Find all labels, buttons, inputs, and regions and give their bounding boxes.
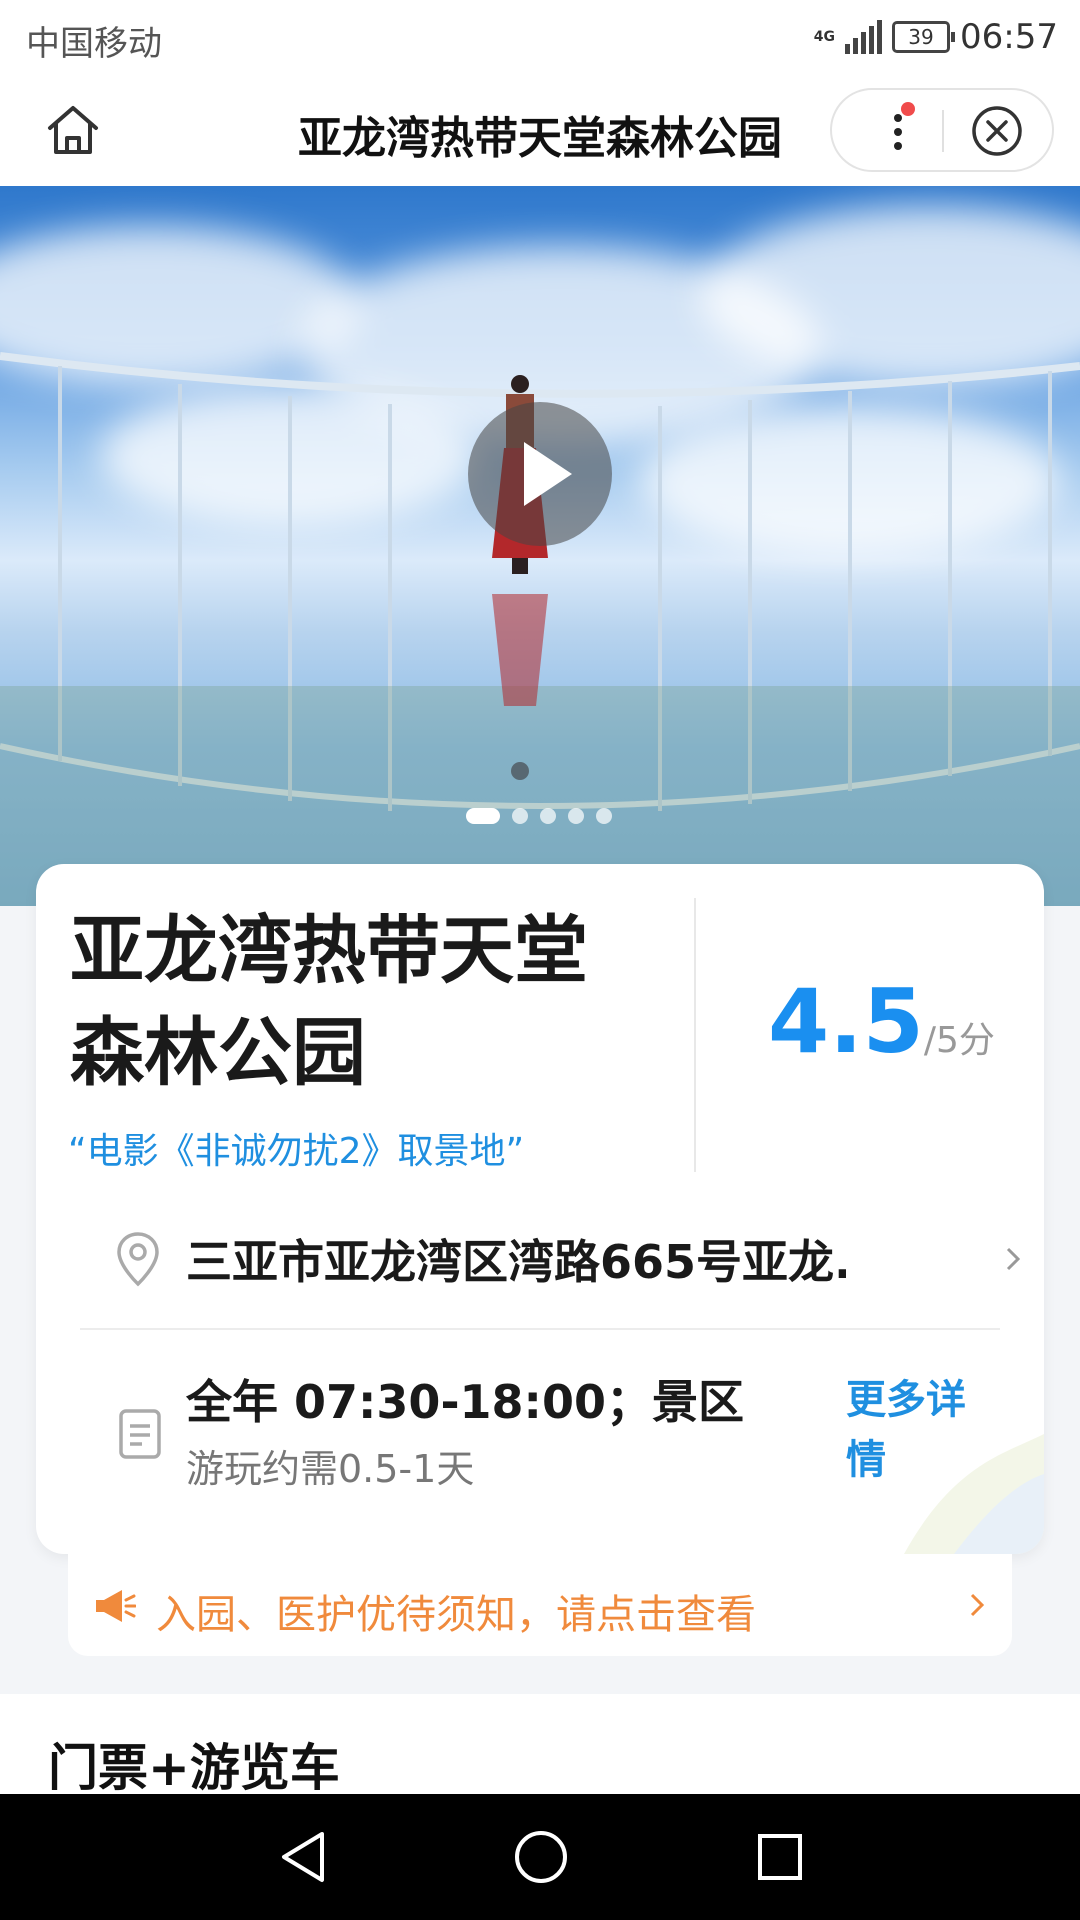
hours-row[interactable]: 全年 07:30-18:00；景区... 游玩约需0.5-1天 更多详情 bbox=[70, 1364, 1020, 1514]
pager-dot[interactable] bbox=[540, 808, 556, 824]
attraction-slogan: “电影《非诚勿扰2》取景地” bbox=[68, 1131, 525, 1172]
rating[interactable]: 4.5/5分 bbox=[768, 970, 995, 1073]
home-button[interactable] bbox=[42, 100, 104, 162]
system-navigation-bar bbox=[0, 1794, 1080, 1920]
rating-score: 4.5 bbox=[768, 970, 924, 1073]
chevron-right-icon bbox=[1006, 1247, 1021, 1271]
vertical-divider bbox=[694, 898, 696, 1172]
rating-scale: /5分 bbox=[923, 1020, 995, 1061]
pager-dot[interactable] bbox=[512, 808, 528, 824]
pager-dot[interactable] bbox=[568, 808, 584, 824]
hero-video[interactable] bbox=[0, 186, 1080, 906]
pager-dot[interactable] bbox=[596, 808, 612, 824]
more-icon bbox=[894, 114, 902, 122]
chevron-right-icon bbox=[970, 1593, 985, 1617]
attraction-info-card: 亚龙湾热带天堂森林公园 “电影《非诚勿扰2》取景地” 4.5/5分 三亚市亚龙湾… bbox=[36, 864, 1044, 1554]
status-bar: 中国移动 4G 39 06:57 bbox=[0, 0, 1080, 76]
address-text: 三亚市亚龙湾区湾路665号亚龙... bbox=[186, 1235, 846, 1289]
capsule-divider bbox=[942, 110, 944, 152]
glass-platform-illustration bbox=[0, 352, 1080, 906]
clock: 06:57 bbox=[960, 17, 1058, 57]
location-pin-icon bbox=[117, 1232, 159, 1287]
home-icon bbox=[48, 106, 98, 154]
attraction-name: 亚龙湾热带天堂森林公园 bbox=[70, 908, 588, 1096]
close-icon bbox=[972, 106, 1022, 156]
visit-duration: 游玩约需0.5-1天 bbox=[186, 1447, 475, 1491]
opening-hours: 全年 07:30-18:00；景区... bbox=[186, 1375, 746, 1429]
battery-icon: 39 bbox=[892, 21, 956, 53]
mini-program-capsule bbox=[830, 88, 1054, 172]
notice-bar[interactable]: 入园、医护优待须知，请点击查看 bbox=[68, 1554, 1012, 1656]
more-button[interactable] bbox=[872, 106, 922, 156]
network-type: 4G bbox=[813, 29, 836, 45]
close-button[interactable] bbox=[970, 104, 1024, 158]
address-row[interactable]: 三亚市亚龙湾区湾路665号亚龙... bbox=[70, 1210, 1021, 1310]
home-circle-icon[interactable] bbox=[514, 1830, 568, 1884]
page-title: 亚龙湾热带天堂森林公园 bbox=[298, 113, 782, 164]
play-icon bbox=[524, 442, 572, 506]
decorative-wave bbox=[904, 1434, 1044, 1554]
signal-icon bbox=[845, 20, 883, 54]
horizontal-divider bbox=[80, 1328, 1000, 1330]
document-icon bbox=[119, 1409, 161, 1459]
section-title: 门票+游览车 bbox=[48, 1739, 340, 1797]
nav-bar: 亚龙湾热带天堂森林公园 bbox=[0, 76, 1080, 187]
notice-text: 入园、医护优待须知，请点击查看 bbox=[156, 1592, 756, 1638]
carousel-pager bbox=[466, 808, 612, 824]
notification-dot bbox=[901, 102, 915, 116]
pager-dot-active[interactable] bbox=[466, 808, 500, 824]
ticket-section: 门票+游览车 bbox=[0, 1694, 1080, 1797]
status-indicators: 4G 39 06:57 bbox=[814, 12, 1058, 62]
recents-icon[interactable] bbox=[756, 1830, 804, 1884]
megaphone-icon bbox=[96, 1590, 136, 1622]
play-button[interactable] bbox=[468, 402, 612, 546]
carrier-name: 中国移动 bbox=[26, 24, 162, 64]
back-icon[interactable] bbox=[278, 1830, 328, 1884]
